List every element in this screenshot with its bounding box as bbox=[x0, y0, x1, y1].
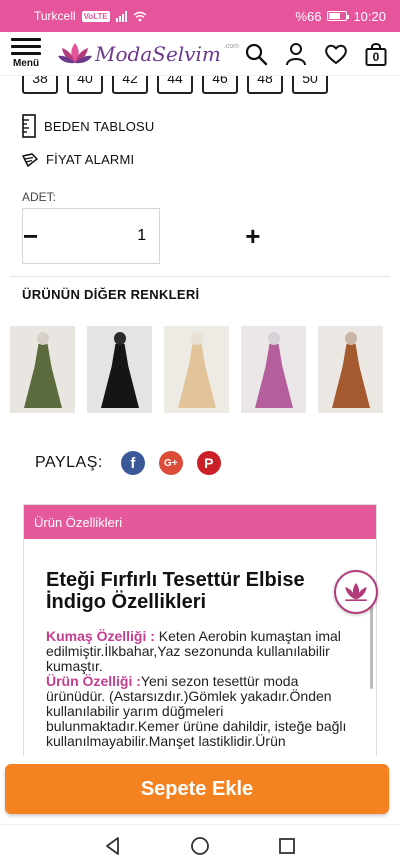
clock: 10:20 bbox=[353, 8, 386, 24]
color-thumbnails bbox=[10, 326, 383, 413]
status-left: Turkcell VoLTE bbox=[34, 9, 147, 23]
hamburger-bar bbox=[11, 45, 41, 48]
color-thumbnail[interactable] bbox=[164, 326, 229, 413]
volte-badge: VoLTE bbox=[81, 10, 110, 22]
model-head bbox=[268, 332, 280, 345]
model-head bbox=[37, 332, 49, 345]
price-tag-icon bbox=[22, 152, 38, 167]
size-chart-link[interactable]: BEDEN TABLOSU bbox=[22, 114, 155, 138]
other-colors-title: ÜRÜNÜN DİĞER RENKLERİ bbox=[22, 287, 200, 302]
quantity-decrease-button[interactable]: − bbox=[23, 209, 38, 263]
signal-icon bbox=[115, 10, 127, 22]
features-text: Kumaş Özelliği : Keten Aerobin kumaştan … bbox=[46, 629, 360, 749]
features-title: Eteği Fırfırlı Tesettür Elbise İndigo Öz… bbox=[46, 569, 305, 613]
pinterest-icon[interactable]: P bbox=[196, 451, 221, 475]
search-icon[interactable] bbox=[244, 42, 268, 66]
status-right: %66 10:20 bbox=[295, 9, 386, 24]
size-option[interactable]: 50 bbox=[292, 76, 328, 94]
lotus-logo-icon bbox=[58, 42, 92, 63]
status-bar: Turkcell VoLTE %66 10:20 bbox=[0, 0, 400, 32]
cart-icon[interactable]: 0 bbox=[364, 42, 388, 66]
model-head bbox=[191, 332, 203, 345]
logo-text: ModaSelvim bbox=[95, 41, 221, 66]
home-icon[interactable] bbox=[188, 834, 212, 858]
size-chart-label: BEDEN TABLOSU bbox=[44, 118, 155, 134]
quantity-input[interactable] bbox=[38, 227, 246, 245]
user-icon[interactable] bbox=[284, 42, 308, 66]
size-option[interactable]: 44 bbox=[157, 76, 193, 94]
product-content[interactable]: 38 40 42 44 46 48 50 BEDEN TABLOSU FİYAT… bbox=[0, 76, 400, 756]
add-to-cart-bar: Sepete Ekle bbox=[0, 756, 400, 824]
size-option[interactable]: 46 bbox=[202, 76, 238, 94]
size-option[interactable]: 42 bbox=[112, 76, 148, 94]
facebook-icon[interactable]: f bbox=[120, 451, 145, 475]
share-label: PAYLAŞ: bbox=[35, 454, 103, 471]
color-thumbnail[interactable] bbox=[318, 326, 383, 413]
site-header: Menü ModaSelvim .com 0 bbox=[0, 32, 400, 76]
features-header: Ürün Özellikleri bbox=[24, 505, 376, 539]
quantity-label: ADET: bbox=[22, 190, 57, 204]
floating-logo-button[interactable] bbox=[334, 570, 378, 614]
wifi-icon bbox=[133, 11, 147, 21]
section-divider bbox=[10, 276, 390, 277]
model-head bbox=[114, 332, 126, 345]
model-head bbox=[345, 332, 357, 345]
product-label: Ürün Özelliği : bbox=[46, 673, 141, 689]
product-features-panel: Ürün Özellikleri Eteği Fırfırlı Tesettür… bbox=[23, 504, 377, 756]
battery-icon bbox=[327, 11, 350, 21]
site-logo[interactable]: ModaSelvim .com bbox=[58, 41, 239, 67]
google-plus-icon[interactable]: G+ bbox=[158, 451, 183, 475]
price-alarm-link[interactable]: FİYAT ALARMI bbox=[22, 152, 134, 167]
ruler-icon bbox=[22, 114, 36, 138]
fabric-label: Kumaş Özelliği : bbox=[46, 628, 155, 644]
size-option[interactable]: 38 bbox=[22, 76, 58, 94]
header-actions: 0 bbox=[244, 42, 400, 66]
lotus-icon bbox=[345, 582, 367, 602]
features-body[interactable]: Eteği Fırfırlı Tesettür Elbise İndigo Öz… bbox=[24, 539, 376, 756]
share-row: PAYLAŞ: f G+ P bbox=[35, 451, 221, 475]
quantity-increase-button[interactable]: + bbox=[245, 209, 260, 263]
heart-icon[interactable] bbox=[324, 42, 348, 66]
back-icon[interactable] bbox=[101, 834, 125, 858]
add-to-cart-button[interactable]: Sepete Ekle bbox=[5, 764, 389, 814]
hamburger-bar bbox=[11, 52, 41, 55]
hamburger-icon bbox=[11, 38, 41, 41]
price-alarm-label: FİYAT ALARMI bbox=[46, 152, 135, 167]
cart-count: 0 bbox=[372, 49, 380, 64]
recents-icon[interactable] bbox=[275, 834, 299, 858]
size-option[interactable]: 48 bbox=[247, 76, 283, 94]
product-page: Turkcell VoLTE %66 10:20 Menü ModaSelvim… bbox=[0, 0, 400, 866]
color-thumbnail[interactable] bbox=[87, 326, 152, 413]
size-option[interactable]: 40 bbox=[67, 76, 103, 94]
size-options: 38 40 42 44 46 48 50 bbox=[22, 76, 328, 94]
system-nav-bar bbox=[0, 824, 400, 866]
logo-domain: .com bbox=[223, 42, 240, 50]
battery-percent: %66 bbox=[295, 8, 322, 24]
carrier-name: Turkcell bbox=[34, 9, 76, 23]
quantity-stepper: − + bbox=[22, 208, 260, 264]
menu-button[interactable]: Menü bbox=[0, 38, 52, 69]
menu-label: Menü bbox=[12, 58, 40, 69]
color-thumbnail[interactable] bbox=[10, 326, 75, 413]
color-thumbnail[interactable] bbox=[241, 326, 306, 413]
